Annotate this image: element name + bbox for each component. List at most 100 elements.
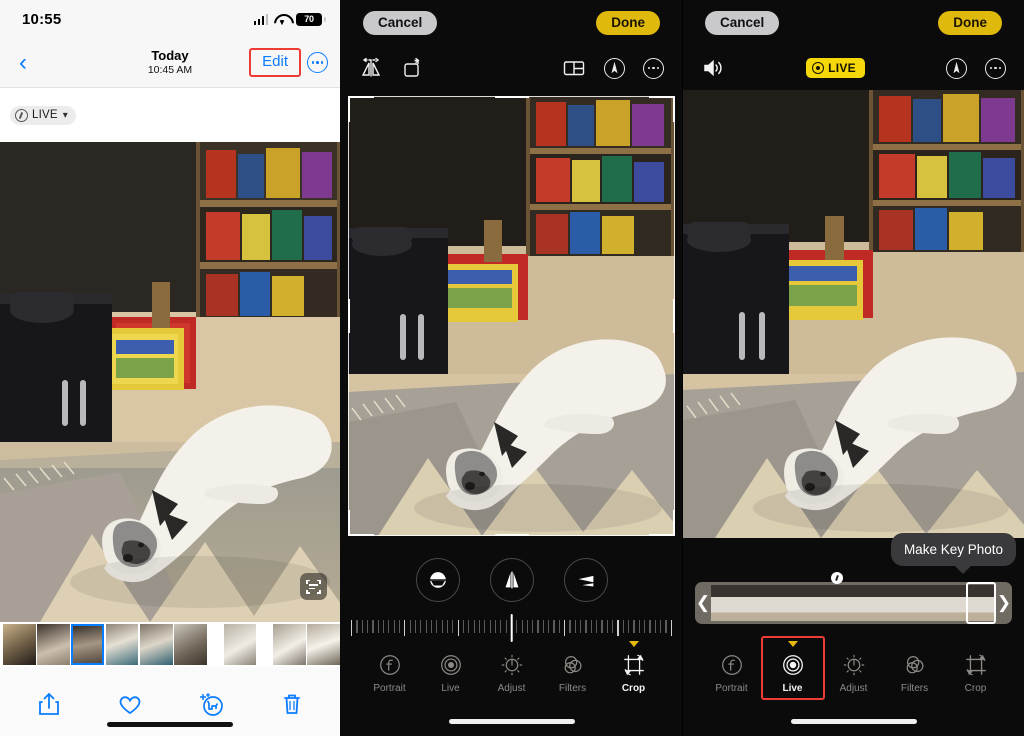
list-item[interactable] — [788, 585, 815, 621]
live-text-icon[interactable] — [300, 573, 327, 600]
list-item[interactable] — [71, 624, 105, 665]
ruler-tick — [494, 620, 497, 633]
ruler-tick — [398, 620, 401, 633]
ruler-tick — [484, 620, 486, 633]
status-time: 10:55 — [22, 10, 62, 28]
markup-pen-circle-icon[interactable] — [946, 57, 967, 79]
live-photo-rings-icon — [440, 655, 461, 675]
photo-canvas[interactable] — [0, 142, 340, 622]
list-item[interactable] — [273, 624, 306, 665]
frame-strip-frames[interactable] — [711, 582, 996, 624]
filmstrip[interactable] — [0, 622, 340, 667]
active-tab-caret — [628, 641, 639, 647]
live-frame-strip[interactable]: ❮ ❯ — [695, 582, 1012, 624]
crop-handle-bottom-right[interactable] — [649, 534, 675, 536]
list-item[interactable] — [174, 624, 207, 665]
frame-strip-right-arrow[interactable]: ❯ — [996, 593, 1012, 613]
active-tab-caret — [787, 641, 798, 647]
tab-adjust[interactable]: Adjust — [486, 652, 538, 694]
tab-live[interactable]: Live — [425, 652, 477, 694]
cancel-button[interactable]: Cancel — [705, 11, 780, 35]
crop-handle-top-left[interactable] — [348, 96, 374, 98]
editor-top-bar: Cancel Done — [683, 0, 1024, 46]
ruler-tick — [500, 620, 502, 633]
vertical-perspective-button[interactable] — [489, 558, 534, 602]
straighten-button[interactable] — [415, 558, 460, 602]
crop-handle-bottom[interactable] — [494, 534, 529, 536]
edit-button[interactable]: Edit — [262, 53, 288, 70]
selected-frame-indicator[interactable] — [966, 582, 996, 624]
trash-icon[interactable] — [277, 689, 307, 719]
live-mode-badge[interactable]: LIVE — [806, 58, 865, 78]
list-item[interactable] — [736, 585, 763, 621]
tab-live[interactable]: Live — [760, 636, 825, 700]
flip-horizontal-icon[interactable] — [359, 56, 383, 80]
tab-label: Filters — [558, 683, 587, 694]
home-indicator — [448, 719, 575, 724]
crop-handle-bottom-right[interactable] — [673, 510, 675, 536]
heart-icon[interactable] — [115, 689, 145, 719]
status-indicators: 70 — [253, 12, 326, 26]
share-icon[interactable] — [34, 689, 64, 719]
tab-crop[interactable]: Crop — [608, 641, 660, 694]
slider-needle[interactable] — [510, 614, 513, 642]
ellipsis-circle-icon[interactable] — [985, 57, 1006, 79]
rotate-icon[interactable] — [401, 56, 425, 80]
list-item[interactable] — [223, 624, 257, 665]
list-item[interactable] — [139, 624, 173, 665]
live-photo-canvas[interactable] — [683, 90, 1024, 538]
chevron-left-icon[interactable]: ‹ — [10, 50, 36, 76]
crop-handle-top-right[interactable] — [649, 96, 675, 98]
cancel-button[interactable]: Cancel — [363, 11, 438, 35]
frame-strip-left-arrow[interactable]: ❮ — [695, 593, 711, 613]
horizontal-perspective-button[interactable] — [563, 558, 608, 602]
crop-handle-right[interactable] — [673, 299, 675, 333]
ruler-tick — [612, 620, 614, 633]
list-item[interactable] — [3, 624, 36, 665]
tab-crop[interactable]: Crop — [950, 652, 1002, 694]
crop-right-tools — [562, 56, 664, 80]
tab-portrait[interactable]: Portrait — [364, 652, 416, 694]
list-item[interactable] — [762, 585, 789, 621]
ruler-tick — [596, 620, 598, 633]
crop-handle-top[interactable] — [494, 96, 529, 98]
dog-sparkle-icon[interactable] — [196, 689, 226, 719]
live-text-glyph — [306, 579, 321, 594]
list-item[interactable] — [892, 585, 919, 621]
speaker-wave-icon[interactable] — [701, 56, 725, 80]
list-item[interactable] — [814, 585, 841, 621]
markup-pen-circle-icon[interactable] — [604, 57, 625, 79]
ruler-tick — [617, 620, 619, 636]
list-item[interactable] — [105, 624, 139, 665]
list-item[interactable] — [918, 585, 945, 621]
crop-handle-top-left[interactable] — [348, 96, 350, 122]
done-button[interactable]: Done — [596, 11, 660, 35]
list-item[interactable] — [711, 585, 737, 621]
tab-portrait[interactable]: Portrait — [706, 652, 758, 694]
list-item[interactable] — [866, 585, 893, 621]
crop-handle-bottom-left[interactable] — [348, 510, 350, 536]
list-item[interactable] — [37, 624, 70, 665]
ellipsis-circle-icon[interactable] — [307, 52, 328, 73]
ruler-tick — [670, 620, 672, 636]
live-mode-chip[interactable]: LIVE ▾ — [10, 105, 76, 125]
tab-label: Adjust — [497, 683, 526, 694]
crop-handle-left[interactable] — [348, 299, 350, 333]
ellipsis-circle-icon[interactable] — [643, 57, 664, 79]
filters-circles-icon — [564, 656, 581, 674]
list-item[interactable] — [840, 585, 867, 621]
done-button[interactable]: Done — [938, 11, 1002, 35]
tab-filters[interactable]: Filters — [547, 652, 599, 694]
ruler-tick — [409, 620, 411, 633]
crop-frame[interactable] — [348, 96, 675, 536]
list-item[interactable] — [307, 624, 340, 665]
tab-adjust[interactable]: Adjust — [828, 652, 880, 694]
tab-filters[interactable]: Filters — [889, 652, 941, 694]
aspect-ratio-icon[interactable] — [562, 56, 586, 80]
ruler-tick — [388, 620, 390, 633]
ruler-tick — [622, 620, 624, 633]
crop-handle-bottom-left[interactable] — [348, 534, 374, 536]
straighten-slider[interactable] — [351, 614, 672, 644]
crop-handle-top-right[interactable] — [673, 96, 675, 122]
crop-canvas[interactable] — [348, 96, 675, 536]
